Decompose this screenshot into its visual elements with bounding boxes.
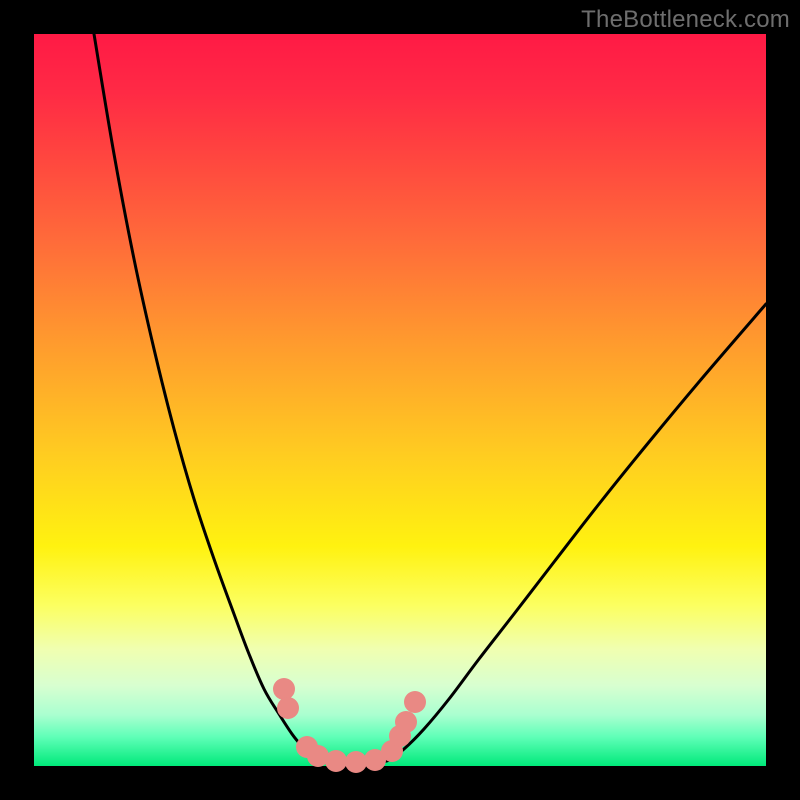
chart-svg <box>34 34 766 766</box>
chart-frame: TheBottleneck.com <box>0 0 800 800</box>
valley-markers <box>273 678 426 773</box>
valley-marker <box>273 678 295 700</box>
bottleneck-curve <box>94 34 766 763</box>
plot-area <box>34 34 766 766</box>
watermark-text: TheBottleneck.com <box>581 6 790 34</box>
valley-marker <box>395 711 417 733</box>
valley-marker <box>345 751 367 773</box>
valley-marker <box>277 697 299 719</box>
curve-line <box>94 34 766 763</box>
valley-marker <box>404 691 426 713</box>
valley-marker <box>325 750 347 772</box>
